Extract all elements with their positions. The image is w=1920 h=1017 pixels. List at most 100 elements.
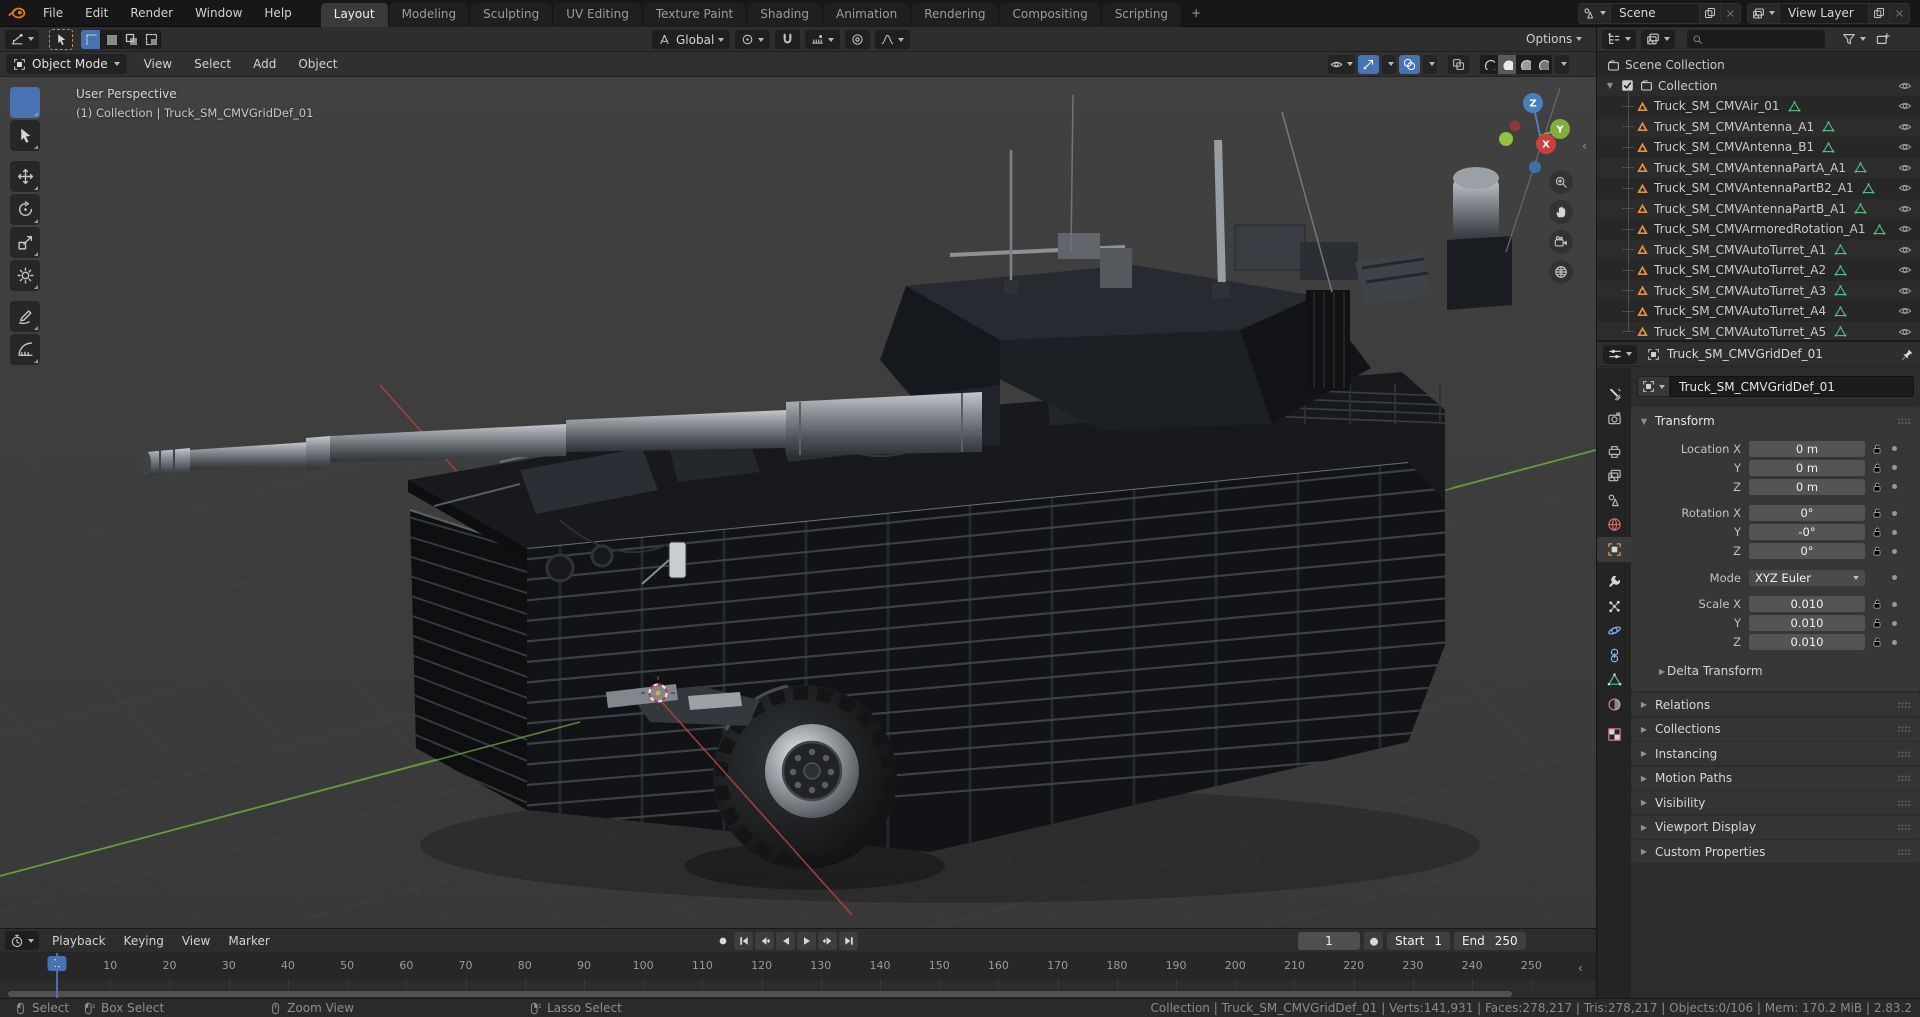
toolbar-tool-button[interactable] [10, 227, 40, 258]
lock-icon[interactable] [1871, 462, 1883, 474]
value-field[interactable]: 0° [1749, 505, 1865, 522]
snap-toggle[interactable] [775, 30, 801, 49]
outliner-object-row[interactable]: Truck_SM_CMVAutoTurret_A3 [1597, 281, 1920, 302]
workspace-tab[interactable]: Compositing [999, 2, 1102, 27]
toolbar-tool-button[interactable] [10, 161, 40, 192]
timeline-menu-item[interactable]: Marker [219, 929, 278, 953]
object-name-field[interactable]: Truck_SM_CMVGridDef_01 [1670, 376, 1914, 397]
toolbar-tool-button[interactable] [10, 194, 40, 225]
start-frame-field[interactable]: Start 1 [1387, 932, 1450, 950]
shading-mode-button[interactable] [1498, 54, 1516, 74]
collapsed-panel-header[interactable]: ▶ Viewport Display [1631, 815, 1920, 839]
timeline-menu-item[interactable]: Keying [115, 929, 173, 953]
panel-drag-grip[interactable] [1896, 417, 1912, 425]
zoom-view-button[interactable] [1549, 170, 1573, 194]
overlays-dropdown[interactable] [1423, 54, 1437, 74]
snap-target-dropdown[interactable] [805, 30, 841, 49]
workspace-tab[interactable]: Animation [823, 2, 912, 27]
outliner-object-row[interactable]: Truck_SM_CMVAntenna_A1 [1597, 117, 1920, 138]
select-mode-box[interactable] [101, 29, 121, 49]
outliner-object-row[interactable]: Truck_SM_CMVAntennaPartB2_A1 [1597, 178, 1920, 199]
mode-dropdown[interactable]: Object Mode [6, 54, 127, 74]
perspective-toggle-button[interactable] [1549, 260, 1573, 284]
panel-drag-grip[interactable] [1896, 774, 1912, 782]
pivot-point-dropdown[interactable] [735, 30, 771, 49]
record-button[interactable] [713, 932, 732, 950]
menu-item[interactable]: Render [119, 0, 184, 27]
menu-item[interactable]: Edit [74, 0, 119, 27]
hide-toggle-eye-icon[interactable] [1898, 140, 1912, 154]
pin-icon[interactable] [1901, 348, 1914, 361]
properties-tab[interactable] [1597, 668, 1631, 693]
jump-to-start-button[interactable] [734, 932, 753, 950]
hide-toggle-eye-icon[interactable] [1898, 202, 1912, 216]
hide-toggle-eye-icon[interactable] [1898, 284, 1912, 298]
hide-toggle-eye-icon[interactable] [1898, 222, 1912, 236]
outliner-object-row[interactable]: Truck_SM_CMVAntennaPartA_A1 [1597, 158, 1920, 179]
timeline-menu-item[interactable]: Playback [43, 929, 115, 953]
proportional-editing-toggle[interactable] [845, 30, 871, 49]
workspace-tab[interactable]: Modeling [388, 2, 471, 27]
collapsed-panel-header[interactable]: ▶ Custom Properties [1631, 840, 1920, 863]
value-field[interactable]: 0.010 [1749, 615, 1865, 632]
lock-icon[interactable] [1871, 507, 1883, 519]
hide-toggle-eye-icon[interactable] [1898, 325, 1912, 339]
preview-range-clock-button[interactable] [1364, 932, 1383, 950]
lock-icon[interactable] [1871, 617, 1883, 629]
value-field[interactable]: 0 m [1749, 459, 1865, 476]
gizmo-dropdown[interactable] [1382, 54, 1396, 74]
transform-orientation-dropdown[interactable]: Global [652, 30, 731, 49]
hide-toggle-eye-icon[interactable] [1898, 181, 1912, 195]
show-gizmo-toggle[interactable] [1358, 54, 1379, 74]
xray-toggle[interactable] [1448, 54, 1469, 74]
object-data-icon-dropdown[interactable] [1637, 376, 1670, 397]
viewport-canvas[interactable]: User Perspective (1) Collection | Truck_… [0, 77, 1596, 928]
end-frame-field[interactable]: End 250 [1453, 932, 1526, 950]
panel-drag-grip[interactable] [1896, 848, 1912, 856]
current-frame-field[interactable]: 1 [1298, 932, 1360, 950]
rotation-mode-dropdown[interactable]: XYZ Euler [1749, 569, 1865, 586]
editor-type-selector[interactable] [5, 29, 39, 49]
new-view-layer-button[interactable] [1868, 3, 1889, 23]
workspace-tab[interactable]: Layout [320, 2, 389, 27]
panel-drag-grip[interactable] [1896, 823, 1912, 831]
menu-item[interactable]: Help [253, 0, 302, 27]
scene-name[interactable]: Scene [1611, 6, 1699, 20]
collection-expand-arrow[interactable]: ▼ [1605, 81, 1615, 90]
next-keyframe-button[interactable] [818, 932, 837, 950]
properties-tab[interactable] [1597, 643, 1631, 668]
workspace-tab[interactable]: Texture Paint [642, 2, 748, 27]
lock-icon[interactable] [1871, 526, 1883, 538]
timeline-scrollbar[interactable] [0, 990, 1596, 998]
collapsed-panel-header[interactable]: ▶ Instancing [1631, 742, 1920, 765]
select-mode-circle[interactable] [121, 29, 141, 49]
hide-toggle-eye-icon[interactable] [1898, 161, 1912, 175]
outliner-object-row[interactable]: Truck_SM_CMVAutoTurret_A1 [1597, 240, 1920, 261]
properties-tab[interactable] [1597, 570, 1631, 595]
hide-toggle-eye-icon[interactable] [1898, 120, 1912, 134]
animate-dot[interactable] [1892, 620, 1897, 626]
shading-mode-button[interactable] [1534, 55, 1552, 74]
panel-drag-grip[interactable] [1896, 725, 1912, 733]
properties-tab[interactable] [1597, 382, 1631, 407]
jump-to-end-button[interactable] [839, 932, 858, 950]
delete-view-layer-button[interactable] [1889, 3, 1909, 23]
animate-dot[interactable] [1892, 510, 1897, 516]
outliner-search-input[interactable] [1687, 30, 1825, 48]
outliner-filter-dropdown[interactable] [1837, 30, 1871, 49]
shading-mode-button[interactable] [1480, 55, 1498, 74]
outliner-object-row[interactable]: Truck_SM_CMVAir_01 [1597, 96, 1920, 117]
outliner-object-row[interactable]: Truck_SM_CMVAntenna_B1 [1597, 137, 1920, 158]
menu-item[interactable]: Window [184, 0, 253, 27]
play-button[interactable] [797, 932, 816, 950]
properties-tab[interactable] [1597, 464, 1631, 489]
animate-dot[interactable] [1892, 548, 1897, 554]
animate-dot[interactable] [1892, 601, 1897, 607]
panel-drag-grip[interactable] [1896, 750, 1912, 758]
workspace-tab[interactable]: Sculpting [470, 2, 554, 27]
properties-tab[interactable] [1597, 619, 1631, 644]
lock-icon[interactable] [1871, 598, 1883, 610]
workspace-tab[interactable]: Shading [747, 2, 823, 27]
outliner-object-row[interactable]: Truck_SM_CMVAutoTurret_A5 [1597, 322, 1920, 341]
value-field[interactable]: 0 m [1749, 440, 1865, 457]
